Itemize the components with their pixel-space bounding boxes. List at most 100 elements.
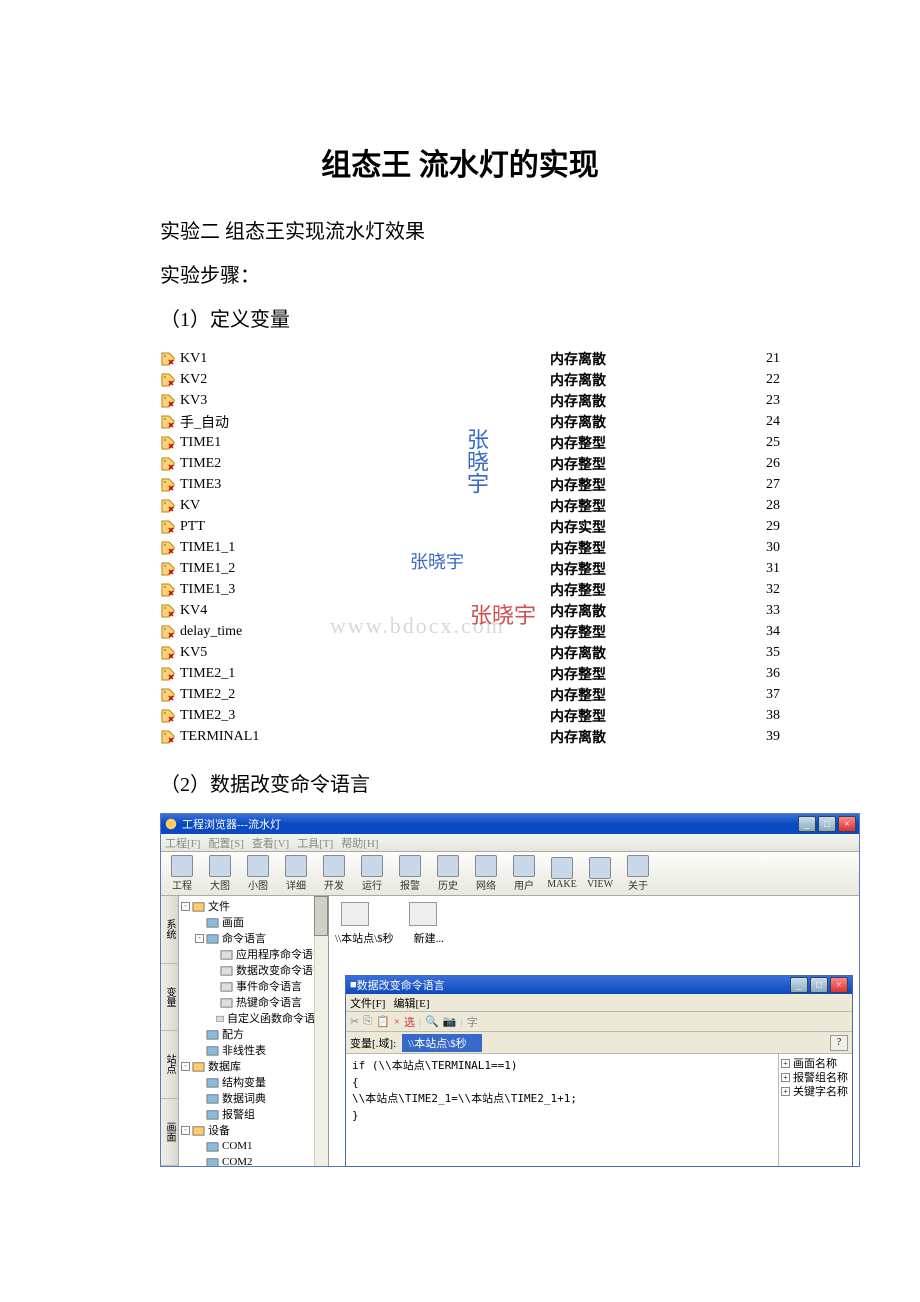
toolbar-button[interactable]: 运行 <box>357 855 387 892</box>
tree-item[interactable]: 事件命令语言 <box>181 978 326 994</box>
code-editor[interactable]: if (\\本站点\TERMINAL1==1) { \\本站点\TIME2_1=… <box>346 1054 778 1166</box>
variable-name: PTT <box>180 519 550 535</box>
variable-row[interactable]: TIME2_3内存整型38 <box>160 705 820 726</box>
tree-item[interactable]: 应用程序命令语言 <box>181 946 326 962</box>
camera-icon[interactable]: 📷 <box>443 1015 457 1028</box>
variable-row[interactable]: KV内存整型28 <box>160 495 820 516</box>
tree-item[interactable]: 报警组 <box>181 1106 326 1122</box>
select-label[interactable]: 选 <box>404 1014 415 1030</box>
tree-toggle[interactable]: - <box>181 1126 190 1135</box>
toolbar-button[interactable]: 大图 <box>205 855 235 892</box>
side-tab[interactable]: 画面 <box>161 1099 178 1167</box>
side-tab[interactable]: 系统 <box>161 896 178 964</box>
tree-item[interactable]: 热键命令语言 <box>181 994 326 1010</box>
variable-type: 内存离散 <box>550 349 720 369</box>
new-item-label[interactable]: 新建... <box>414 930 444 946</box>
scrollbar-thumb[interactable] <box>314 896 328 936</box>
tree-item[interactable]: 画面 <box>181 914 326 930</box>
new-item-icon[interactable] <box>409 902 437 926</box>
editor-menu-item[interactable]: 编辑[E] <box>393 995 429 1011</box>
tree-item[interactable]: COM2 <box>181 1154 326 1166</box>
variable-type: 内存整型 <box>550 580 720 600</box>
help-button[interactable]: ? <box>830 1035 848 1051</box>
title-bar[interactable]: 工程浏览器---流水灯 _ □ × <box>161 814 859 834</box>
close-button[interactable]: × <box>838 816 856 832</box>
minimize-button[interactable]: _ <box>798 816 816 832</box>
toolbar-button[interactable]: 关于 <box>623 855 653 892</box>
delete-icon[interactable]: × <box>394 1016 400 1028</box>
tree-toggle[interactable]: + <box>781 1087 790 1096</box>
close-button[interactable]: × <box>830 977 848 993</box>
tree-item[interactable]: 数据改变命令语言 <box>181 962 326 978</box>
menu-item[interactable]: 查看[V] <box>252 835 289 851</box>
tree-toggle[interactable]: + <box>781 1073 790 1082</box>
variable-row[interactable]: KV5内存离散35 <box>160 642 820 663</box>
side-list-item[interactable]: +报警组名称 <box>781 1070 850 1084</box>
content-item-icon[interactable] <box>341 902 369 926</box>
toolbar-button[interactable]: MAKE <box>547 857 577 890</box>
menu-item[interactable]: 工程[F] <box>165 835 200 851</box>
toolbar-button[interactable]: 详细 <box>281 855 311 892</box>
toolbar-label: 小图 <box>248 877 268 892</box>
tree-item[interactable]: 非线性表 <box>181 1042 326 1058</box>
tree-item[interactable]: -设备 <box>181 1122 326 1138</box>
variable-row[interactable]: TIME2_1内存整型36 <box>160 663 820 684</box>
maximize-button[interactable]: □ <box>818 816 836 832</box>
menu-item[interactable]: 帮助[H] <box>341 835 378 851</box>
var-field-input[interactable]: \\本站点\$秒 <box>402 1034 482 1052</box>
side-tab[interactable]: 变量 <box>161 964 178 1032</box>
variable-row[interactable]: PTT内存实型29 <box>160 516 820 537</box>
tree-toggle[interactable]: + <box>781 1059 790 1068</box>
copy-icon[interactable]: ⎘ <box>363 1015 372 1028</box>
tree-item[interactable]: -文件 <box>181 898 326 914</box>
tree-item[interactable]: 配方 <box>181 1026 326 1042</box>
variable-row[interactable]: KV1内存离散21 <box>160 348 820 369</box>
paste-icon[interactable]: 📋 <box>376 1015 390 1028</box>
tree-item[interactable]: 数据词典 <box>181 1090 326 1106</box>
cut-icon[interactable]: ✂ <box>350 1015 359 1028</box>
toolbar-button[interactable]: 工程 <box>167 855 197 892</box>
variable-row[interactable]: KV2内存离散22 <box>160 369 820 390</box>
variable-row[interactable]: TERMINAL1内存离散39 <box>160 726 820 747</box>
tree-toggle[interactable]: - <box>181 1062 190 1071</box>
variable-row[interactable]: TIME2_2内存整型37 <box>160 684 820 705</box>
toolbar-button[interactable]: 小图 <box>243 855 273 892</box>
tree-item[interactable]: -数据库 <box>181 1058 326 1074</box>
editor-title: 数据改变命令语言 <box>357 977 790 993</box>
toolbar-button[interactable]: VIEW <box>585 857 615 890</box>
maximize-button[interactable]: □ <box>810 977 828 993</box>
variable-row[interactable]: TIME1_3内存整型32 <box>160 579 820 600</box>
variable-row[interactable]: KV3内存离散23 <box>160 390 820 411</box>
tree-node-icon <box>206 1108 219 1121</box>
tree-toggle[interactable]: - <box>181 902 190 911</box>
tree-item[interactable]: 结构变量 <box>181 1074 326 1090</box>
side-tab[interactable]: 站点 <box>161 1031 178 1099</box>
scrollbar-track[interactable] <box>314 896 328 1166</box>
variable-row[interactable]: TIME1_2内存整型31 <box>160 558 820 579</box>
editor-menu-item[interactable]: 文件[F] <box>350 995 385 1011</box>
toolbar-button[interactable]: 网络 <box>471 855 501 892</box>
toolbar-icon <box>627 855 649 877</box>
menu-item[interactable]: 配置[S] <box>208 835 243 851</box>
tree-label: COM2 <box>222 1156 253 1166</box>
variable-row[interactable]: TIME1_1内存整型30 <box>160 537 820 558</box>
content-item-label[interactable]: \\本站点\$秒 <box>335 930 394 946</box>
tree-item[interactable]: 自定义函数命令语言 <box>181 1010 326 1026</box>
toolbar-button[interactable]: 用户 <box>509 855 539 892</box>
menu-item[interactable]: 工具[T] <box>297 835 333 851</box>
minimize-button[interactable]: _ <box>790 977 808 993</box>
side-list-item[interactable]: +画面名称 <box>781 1056 850 1070</box>
tree-item[interactable]: COM1 <box>181 1138 326 1154</box>
tag-icon <box>160 393 176 409</box>
tree-toggle[interactable]: - <box>195 934 204 943</box>
toolbar-button[interactable]: 报警 <box>395 855 425 892</box>
find-icon[interactable]: 🔍 <box>425 1015 439 1028</box>
editor-title-bar[interactable]: ■ 数据改变命令语言 _ □ × <box>346 976 852 994</box>
tree-item[interactable]: -命令语言 <box>181 930 326 946</box>
toolbar-button[interactable]: 开发 <box>319 855 349 892</box>
toolbar-button[interactable]: 历史 <box>433 855 463 892</box>
side-list-item[interactable]: +关键字名称 <box>781 1084 850 1098</box>
variable-id: 27 <box>720 477 780 493</box>
font-label[interactable]: 字 <box>467 1014 478 1030</box>
editor-window: ■ 数据改变命令语言 _ □ × 文件[F]编辑[E] ✂ ⎘ 📋 × 选 | … <box>345 975 853 1167</box>
